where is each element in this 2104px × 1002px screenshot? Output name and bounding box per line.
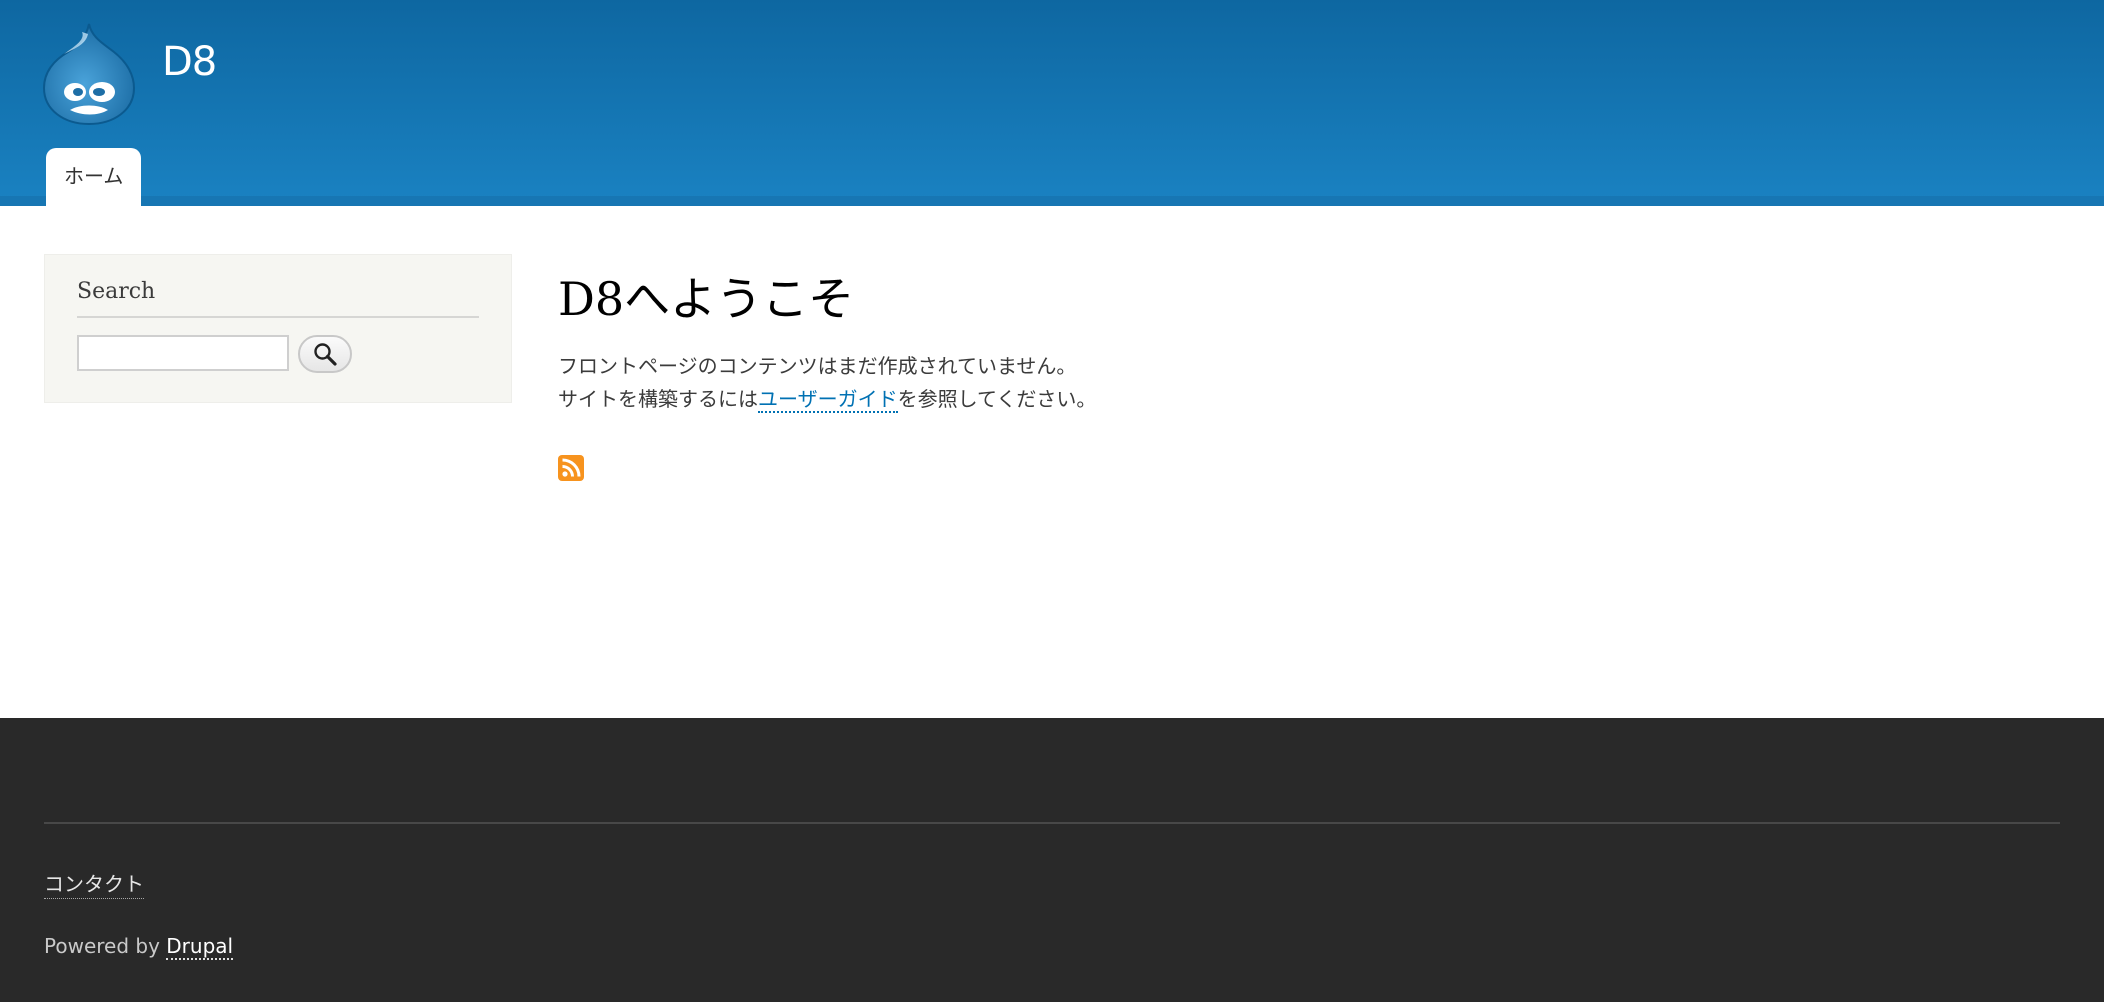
search-input[interactable] (77, 335, 289, 371)
welcome-line-2-after: を参照してください。 (897, 387, 1097, 411)
powered-by-text: Powered by (44, 934, 167, 958)
search-block-divider (77, 316, 479, 318)
page-title: D8へようこそ (558, 272, 855, 326)
drupal-link[interactable]: Drupal (166, 934, 234, 960)
footer-divider (44, 822, 2060, 824)
main-menu-tab-home-label[interactable]: ホーム (64, 160, 123, 189)
site-name-link[interactable]: D8 (162, 42, 217, 82)
search-block-title: Search (77, 279, 156, 304)
search-block: Search (44, 254, 512, 403)
welcome-line-2: サイトを構築するにはユーザーガイドを参照してください。 (558, 383, 1096, 416)
contact-link[interactable]: コンタクト (44, 868, 144, 899)
user-guide-link[interactable]: ユーザーガイド (758, 387, 898, 413)
site-footer: コンタクト Powered by Drupal (0, 718, 2104, 1002)
welcome-line-2-before: サイトを構築するには (558, 387, 758, 411)
header-bottom-band (0, 196, 2104, 206)
site-header: D8 ホーム (0, 0, 2104, 206)
welcome-line-1: フロントページのコンテンツはまだ作成されていません。 (558, 354, 1077, 378)
drupal-logo-icon[interactable] (42, 22, 136, 126)
welcome-text: フロントページのコンテンツはまだ作成されていません。 サイトを構築するにはユーザ… (558, 350, 1096, 416)
powered-by: Powered by Drupal (44, 934, 234, 960)
search-icon (314, 343, 337, 366)
main-menu-tab-home[interactable]: ホーム (46, 148, 142, 206)
search-button[interactable] (298, 335, 352, 373)
rss-feed-icon[interactable] (558, 455, 584, 481)
